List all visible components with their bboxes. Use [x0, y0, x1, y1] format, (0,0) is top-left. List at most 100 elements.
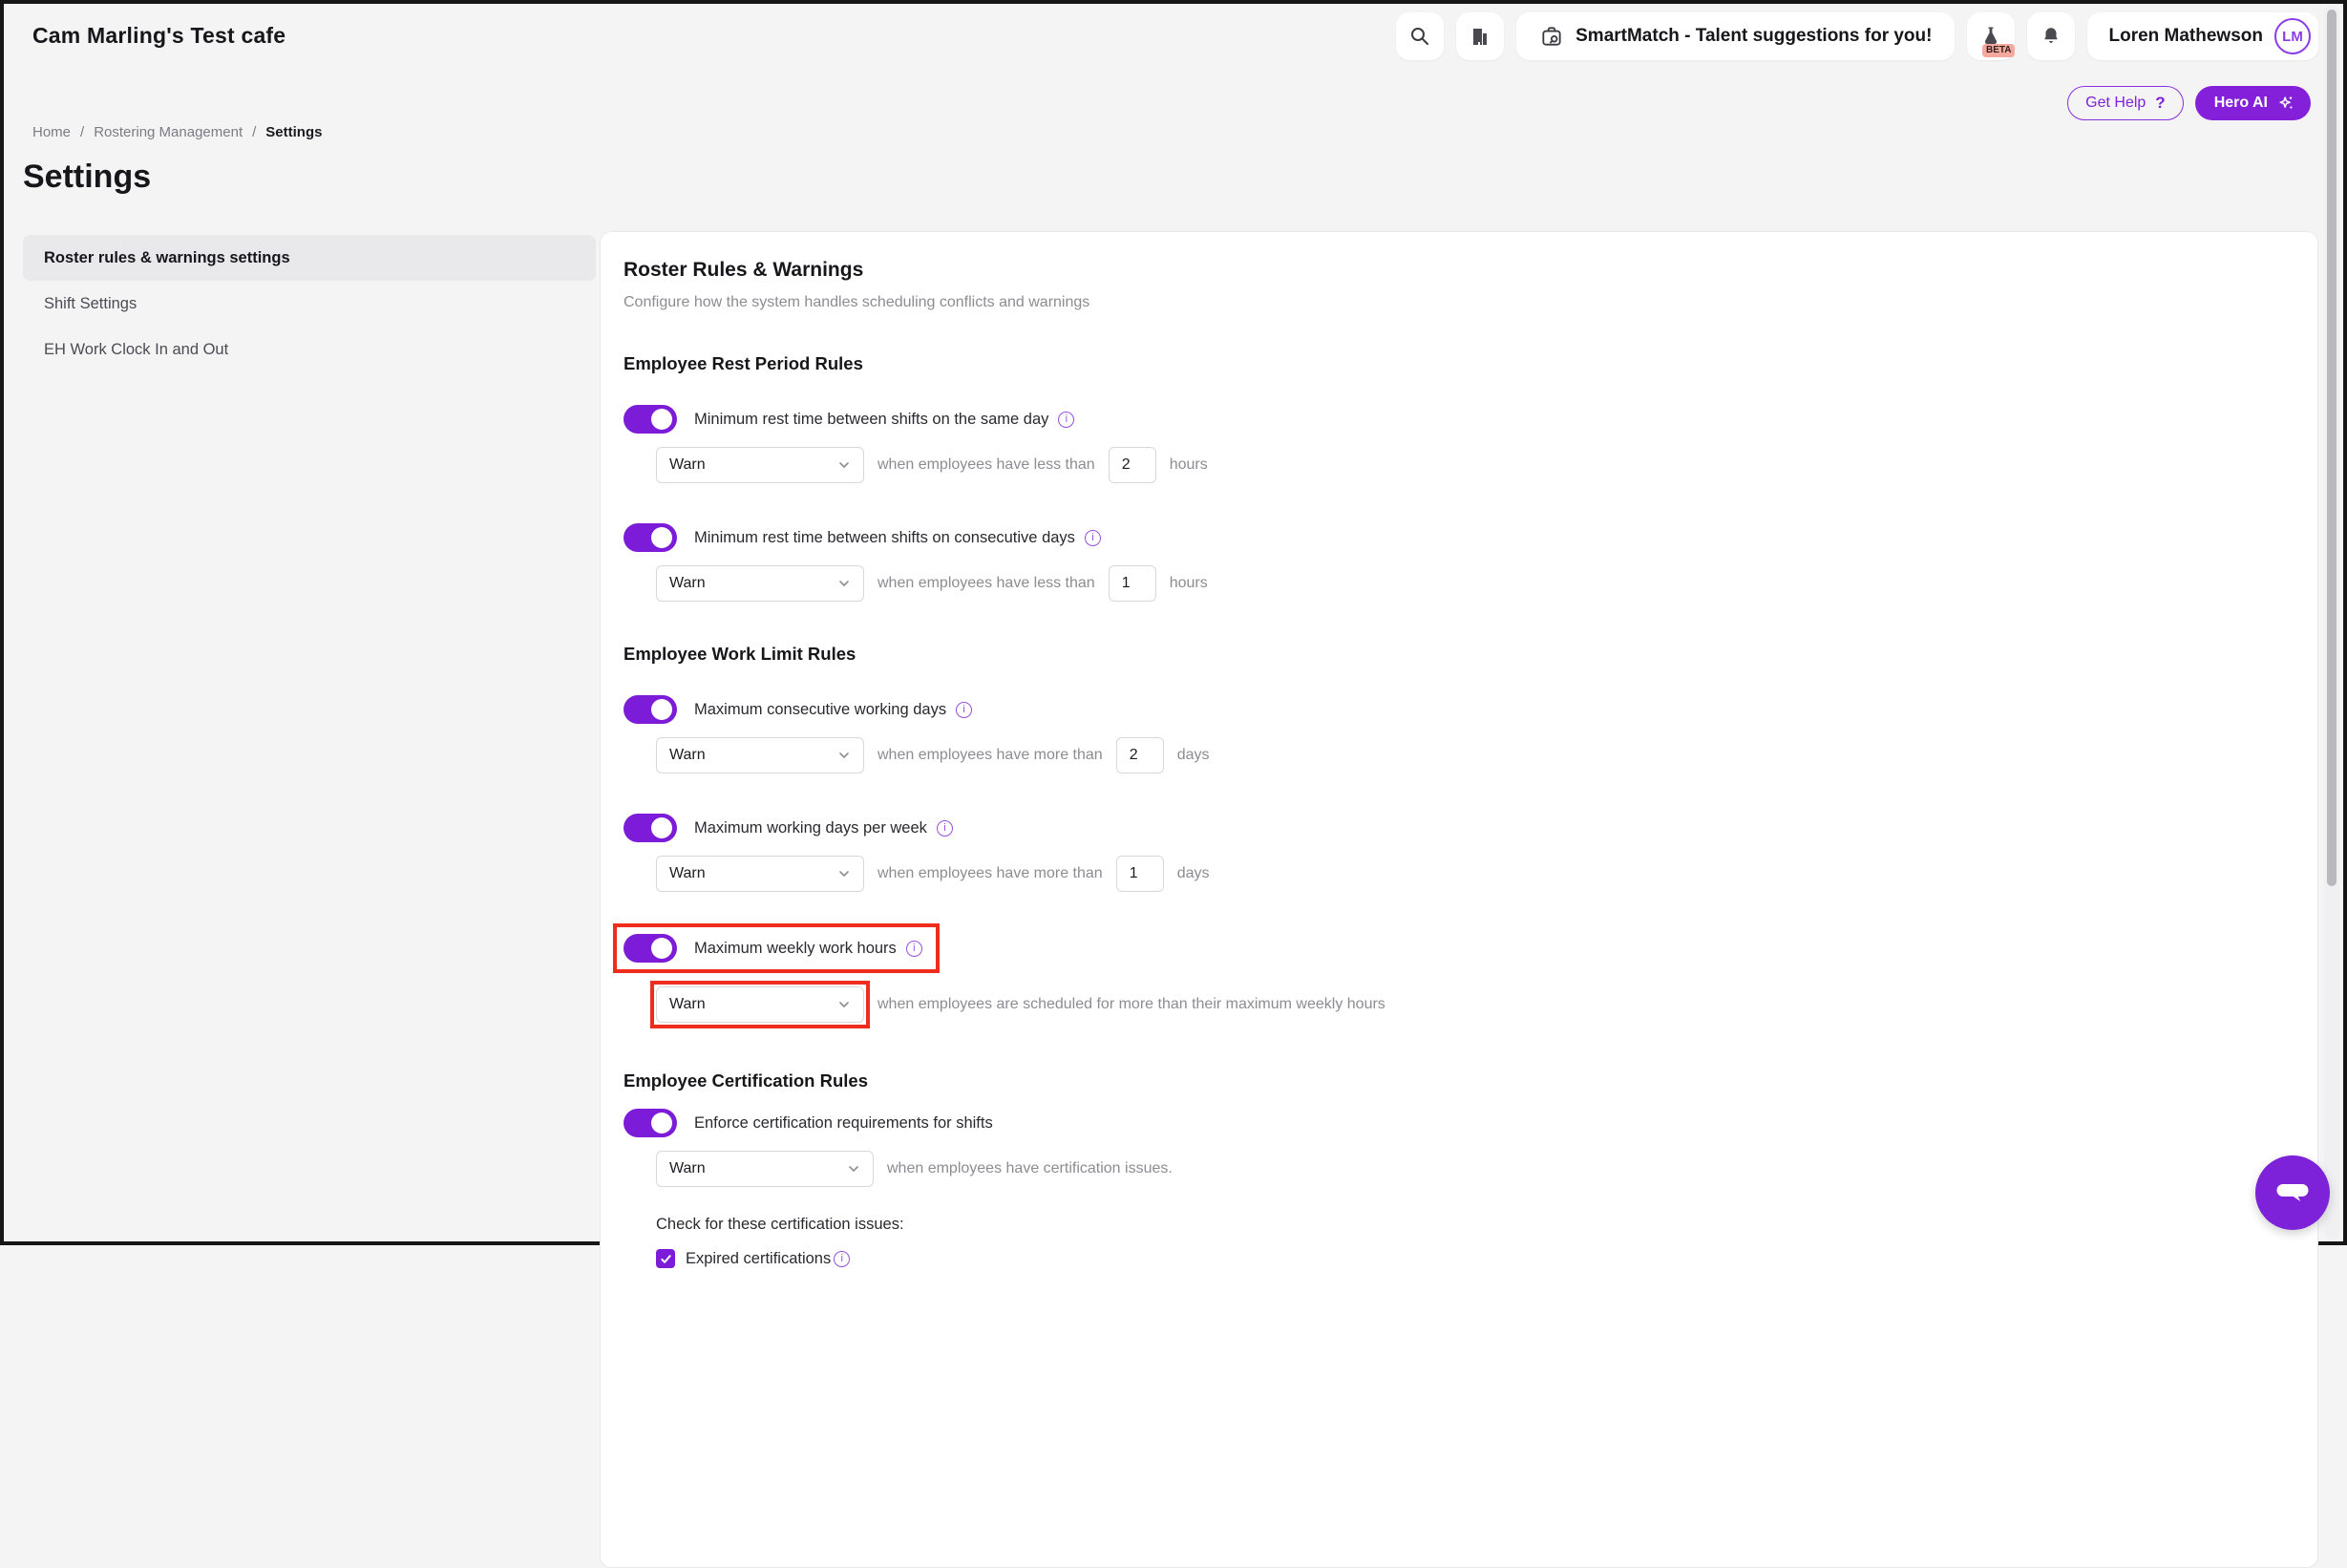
rule-label: Maximum consecutive working days [694, 701, 946, 719]
chevron-down-icon [837, 749, 851, 762]
condition-text: when employees have less than [877, 456, 1095, 474]
avatar: LM [2274, 18, 2311, 54]
rule-label: Minimum rest time between shifts on cons… [694, 529, 1075, 547]
toggle-enforce-certifications[interactable] [624, 1109, 677, 1137]
threshold-input[interactable] [1116, 856, 1164, 892]
get-help-button[interactable]: Get Help ? [2067, 86, 2184, 120]
sidebar-item-roster-rules[interactable]: Roster rules & warnings settings [23, 235, 596, 281]
rule-min-rest-consecutive-days: Minimum rest time between shifts on cons… [624, 523, 2285, 602]
search-button[interactable] [1396, 12, 1444, 60]
toggle-max-consecutive-days[interactable] [624, 695, 677, 724]
rule-max-weekly-hours: Maximum weekly work hours Warn when empl… [624, 930, 2285, 1023]
rule-max-consecutive-days: Maximum consecutive working days Warn wh… [624, 695, 2285, 773]
chevron-down-icon [837, 867, 851, 880]
expired-certifications-checkbox[interactable] [656, 1249, 675, 1268]
company-title: Cam Marling's Test cafe [32, 23, 285, 49]
chevron-down-icon [837, 577, 851, 590]
condition-text: when employees have less than [877, 575, 1095, 592]
hero-ai-button[interactable]: Hero AI [2195, 86, 2311, 120]
info-icon[interactable] [937, 820, 953, 837]
warn-select-value: Warn [669, 575, 706, 592]
threshold-input[interactable] [1109, 447, 1156, 483]
info-icon[interactable] [834, 1251, 850, 1267]
threshold-input[interactable] [1116, 737, 1164, 773]
section-heading-work-limit: Employee Work Limit Rules [624, 644, 2285, 665]
question-mark-icon: ? [2155, 94, 2165, 113]
highlight-box-select: Warn [650, 981, 870, 1028]
chevron-down-icon [847, 1162, 860, 1176]
user-menu[interactable]: Loren Mathewson LM [2087, 12, 2318, 60]
rule-max-days-per-week: Maximum working days per week Warn when … [624, 814, 2285, 892]
sidebar-item-eh-work-clock[interactable]: EH Work Clock In and Out [23, 327, 596, 372]
check-icon [660, 1253, 672, 1265]
info-icon[interactable] [956, 702, 972, 718]
unit-text: hours [1170, 456, 1208, 474]
toggle-min-rest-same-day[interactable] [624, 405, 677, 434]
threshold-input[interactable] [1109, 565, 1156, 602]
highlight-box-toggle: Maximum weekly work hours [613, 923, 940, 973]
rule-label: Maximum weekly work hours [694, 940, 897, 958]
unit-text: hours [1170, 575, 1208, 592]
breadcrumb-current: Settings [265, 124, 322, 140]
warn-select[interactable]: Warn [656, 565, 864, 602]
condition-text: when employees are scheduled for more th… [877, 996, 1385, 1013]
topbar-actions: SmartMatch - Talent suggestions for you!… [1396, 12, 2318, 60]
toggle-knob [651, 409, 672, 430]
organisation-button[interactable] [1456, 12, 1504, 60]
scrollbar-thumb[interactable] [2327, 10, 2336, 886]
warn-select-value: Warn [669, 996, 706, 1013]
condition-text: when employees have more than [877, 865, 1103, 882]
info-icon[interactable] [1058, 412, 1074, 428]
notifications-button[interactable] [2027, 12, 2075, 60]
sidebar-item-shift-settings[interactable]: Shift Settings [23, 281, 596, 327]
warn-select[interactable]: Warn [656, 856, 864, 892]
building-icon [1469, 25, 1491, 48]
beta-badge: BETA [1982, 44, 2015, 57]
info-icon[interactable] [906, 941, 922, 957]
toggle-knob [651, 699, 672, 720]
checklist-label: Check for these certification issues: [656, 1216, 2285, 1234]
warn-select[interactable]: Warn [656, 986, 864, 1023]
smartmatch-label: SmartMatch - Talent suggestions for you! [1575, 26, 1932, 47]
warn-select-value: Warn [669, 747, 706, 764]
page-title: Settings [23, 159, 151, 196]
unit-text: days [1177, 865, 1210, 882]
chevron-down-icon [837, 458, 851, 472]
breadcrumb-home[interactable]: Home [32, 124, 71, 140]
breadcrumb: Home / Rostering Management / Settings [32, 124, 322, 140]
warn-select[interactable]: Warn [656, 447, 864, 483]
toggle-knob [651, 817, 672, 838]
labs-button[interactable]: BETA [1967, 12, 2015, 60]
rule-label: Maximum working days per week [694, 819, 927, 837]
toggle-max-weekly-hours[interactable] [624, 934, 677, 963]
roster-rules-panel: Roster Rules & Warnings Configure how th… [600, 231, 2318, 1568]
bell-icon [2040, 26, 2062, 47]
toggle-max-days-per-week[interactable] [624, 814, 677, 842]
checkbox-row-expired-certifications: Expired certifications [656, 1249, 2285, 1268]
section-heading-rest: Employee Rest Period Rules [624, 353, 2285, 374]
warn-select[interactable]: Warn [656, 737, 864, 773]
warn-select[interactable]: Warn [656, 1151, 874, 1187]
condition-text: when employees have more than [877, 747, 1103, 764]
info-icon[interactable] [1085, 530, 1101, 546]
settings-sidebar: Roster rules & warnings settings Shift S… [23, 235, 596, 372]
help-actions: Get Help ? Hero AI [2067, 86, 2311, 120]
sparkles-icon [2276, 94, 2295, 113]
condition-text: when employees have certification issues… [887, 1160, 1173, 1177]
smartmatch-button[interactable]: SmartMatch - Talent suggestions for you! [1516, 12, 1955, 60]
chat-launcher-button[interactable] [2255, 1155, 2330, 1230]
toggle-knob [651, 938, 672, 959]
panel-title: Roster Rules & Warnings [624, 259, 2285, 282]
app-window: { "topbar": { "company_name": "Cam Marli… [0, 0, 2347, 1245]
breadcrumb-rostering[interactable]: Rostering Management [94, 124, 243, 140]
rule-enforce-certifications: Enforce certification requirements for s… [624, 1109, 2285, 1268]
toggle-min-rest-consecutive-days[interactable] [624, 523, 677, 552]
toggle-knob [651, 1112, 672, 1134]
user-name: Loren Mathewson [2108, 26, 2263, 47]
scrollbar-track[interactable] [2324, 6, 2339, 1240]
chat-bubble-icon [2273, 1173, 2313, 1213]
hero-ai-label: Hero AI [2214, 95, 2268, 112]
chevron-down-icon [837, 998, 851, 1011]
search-icon [1408, 25, 1431, 48]
warn-select-value: Warn [669, 456, 706, 474]
